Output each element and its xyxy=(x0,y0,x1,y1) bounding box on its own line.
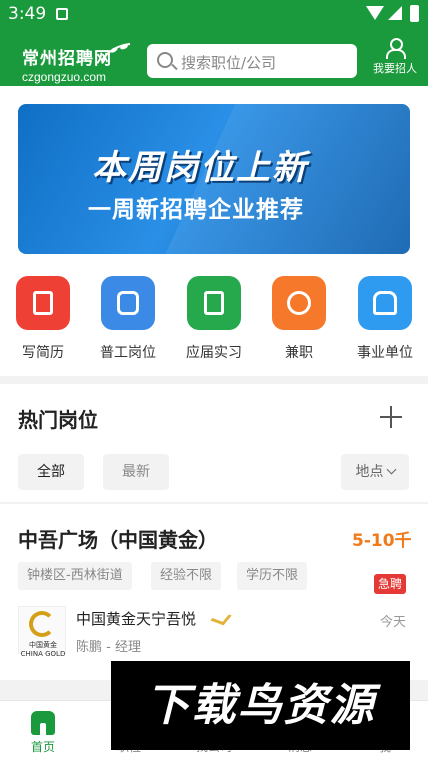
robot-icon xyxy=(101,276,155,330)
category-parttime[interactable]: 兼职 xyxy=(259,276,339,362)
signal-icon xyxy=(388,6,402,20)
home-icon xyxy=(31,711,55,735)
job-title: 中吾广场（中国黄金） xyxy=(18,528,218,552)
category-label: 写简历 xyxy=(22,345,64,361)
promo-banner[interactable]: 本周岗位上新 一周新招聘企业推荐 xyxy=(18,104,410,254)
filter-location[interactable]: 地点 xyxy=(341,454,409,490)
tab-label: 首页 xyxy=(30,740,55,754)
gold-logo-icon xyxy=(29,611,55,637)
category-worker[interactable]: 普工岗位 xyxy=(88,276,168,362)
status-bar: 3:49 xyxy=(0,0,428,30)
top-card: 本周岗位上新 一周新招聘企业推荐 写简历 普工岗位 应届实习 兼职 事业单位 xyxy=(0,86,428,376)
status-time: 3:49 xyxy=(8,4,47,24)
watermark-overlay: 下载鸟资源 xyxy=(111,661,410,750)
notification-icon xyxy=(56,8,68,20)
category-label: 应届实习 xyxy=(186,345,242,361)
verified-icon xyxy=(210,610,232,626)
recruit-label: 我要招人 xyxy=(373,62,417,75)
search-input[interactable]: 搜索职位/公司 xyxy=(147,44,357,78)
chevron-down-icon xyxy=(386,464,396,475)
book-icon xyxy=(187,276,241,330)
logo-text-cn: 常州招聘网 xyxy=(22,49,112,69)
logo-text-en: czgongzuo.com xyxy=(22,70,107,84)
company-logo: 中国黄金 CHINA GOLD xyxy=(18,606,66,658)
category-resume[interactable]: 写简历 xyxy=(3,276,83,362)
banner-subtitle: 一周新招聘企业推荐 xyxy=(88,197,304,223)
clock-icon xyxy=(272,276,326,330)
search-icon xyxy=(157,52,173,68)
company-name: 中国黄金天宁吾悦 xyxy=(76,610,197,628)
job-salary: 5-10千 xyxy=(352,531,412,551)
post-date: 今天 xyxy=(380,615,407,630)
battery-icon xyxy=(410,5,419,22)
category-label: 兼职 xyxy=(285,345,313,361)
leaf-logo-icon xyxy=(101,43,131,61)
urgent-badge: 急聘 xyxy=(374,574,407,594)
job-card[interactable]: 中吾广场（中国黄金） 5-10千 钟楼区-西林街道 经验不限 学历不限 急聘 中… xyxy=(0,504,428,680)
filter-location-label: 地点 xyxy=(355,464,384,480)
resume-icon xyxy=(16,276,70,330)
app-header: 常州招聘网 czgongzuo.com 搜索职位/公司 我要招人 xyxy=(0,30,428,86)
filter-latest[interactable]: 最新 xyxy=(103,454,169,490)
job-tag: 经验不限 xyxy=(151,562,222,590)
tab-home[interactable]: 首页 xyxy=(0,701,86,760)
filter-all[interactable]: 全部 xyxy=(18,454,84,490)
category-label: 普工岗位 xyxy=(100,345,156,361)
recruit-button[interactable]: 我要招人 xyxy=(368,38,422,76)
search-placeholder: 搜索职位/公司 xyxy=(181,54,277,72)
job-tag: 学历不限 xyxy=(237,562,308,590)
category-public-sector[interactable]: 事业单位 xyxy=(345,276,425,362)
site-logo[interactable]: 常州招聘网 czgongzuo.com xyxy=(22,44,112,84)
category-label: 事业单位 xyxy=(357,345,413,361)
wifi-icon xyxy=(366,6,384,20)
recruiter-contact: 陈鹏 - 经理 xyxy=(76,640,141,655)
job-tag: 钟楼区-西林街道 xyxy=(18,562,132,590)
company-logo-text: 中国黄金 CHINA GOLD xyxy=(20,641,66,658)
person-icon xyxy=(386,38,406,59)
building-icon xyxy=(358,276,412,330)
section-title: 热门岗位 xyxy=(18,408,98,432)
hot-jobs-section: 热门岗位 全部 最新 地点 xyxy=(0,384,428,502)
category-graduate[interactable]: 应届实习 xyxy=(174,276,254,362)
plus-icon[interactable] xyxy=(380,406,402,428)
banner-title: 本周岗位上新 xyxy=(92,148,308,188)
